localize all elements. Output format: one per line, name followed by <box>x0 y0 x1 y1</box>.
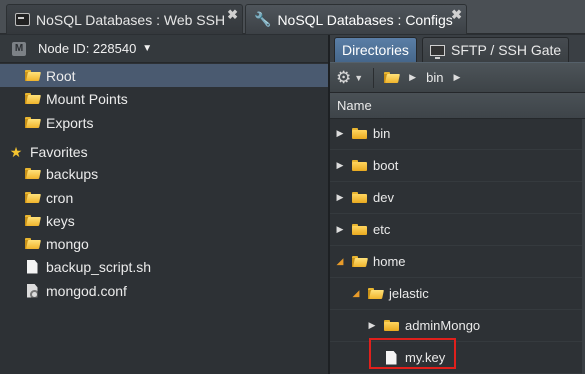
right-panel: Directories SFTP / SSH Gate ⚙ ▼ ▶ bin ▶ … <box>330 35 585 374</box>
tab-label: NoSQL Databases : Configs <box>277 11 453 28</box>
dir-row-label: home <box>373 254 406 269</box>
tree-item-mount-points[interactable]: Mount Points <box>0 87 328 110</box>
collapse-arrow-icon[interactable]: ◢ <box>335 256 345 267</box>
folder-icon <box>351 159 367 173</box>
folder-icon <box>351 223 367 237</box>
tab-configs[interactable]: 🔧 NoSQL Databases : Configs ✖ <box>245 4 467 34</box>
expand-arrow-icon[interactable]: ▶ <box>367 320 377 331</box>
folder-open-icon <box>24 191 40 205</box>
folder-open-icon <box>24 69 40 83</box>
tree-item-root[interactable]: Root <box>0 64 328 87</box>
folder-open-icon <box>367 287 383 301</box>
window-tab-bar: NoSQL Databases : Web SSH ✖ 🔧 NoSQL Data… <box>0 0 585 34</box>
dir-row-bin[interactable]: ▶ bin <box>330 118 585 150</box>
right-tab-bar: Directories SFTP / SSH Gate <box>330 35 585 62</box>
dir-row-boot[interactable]: ▶ boot <box>330 150 585 182</box>
column-header-name[interactable]: Name <box>330 93 585 119</box>
directory-toolbar: ⚙ ▼ ▶ bin ▶ <box>330 62 585 93</box>
dir-row-jelastic[interactable]: ◢ jelastic <box>330 278 585 310</box>
tab-label: Directories <box>342 42 409 58</box>
file-icon <box>24 259 40 274</box>
favorite-label: keys <box>46 212 75 229</box>
favorite-label: backup_script.sh <box>46 258 152 275</box>
column-header-label: Name <box>337 98 372 113</box>
chevron-right-icon[interactable]: ▶ <box>453 72 460 83</box>
chevron-right-icon: ▶ <box>409 72 417 82</box>
dir-row-label: adminMongo <box>405 318 481 333</box>
dir-row-dev[interactable]: ▶ dev <box>330 182 585 214</box>
folder-open-icon <box>24 92 40 106</box>
highlight-box <box>369 338 456 369</box>
close-icon[interactable]: ✖ <box>227 7 238 23</box>
favorite-label: mongo <box>46 235 89 252</box>
tree-item-exports[interactable]: Exports <box>0 111 328 134</box>
node-icon: M <box>12 41 26 56</box>
folder-icon <box>383 319 399 333</box>
dir-row-label: bin <box>373 126 391 141</box>
favorite-item-keys[interactable]: keys <box>0 209 328 232</box>
favorite-label: backups <box>46 165 99 182</box>
folder-icon <box>351 191 367 205</box>
tab-sftp-ssh-gate[interactable]: SFTP / SSH Gate <box>422 37 570 62</box>
favorite-label: cron <box>46 189 74 206</box>
dir-row-label: jelastic <box>389 286 429 301</box>
dir-row-etc[interactable]: ▶ etc <box>330 214 585 246</box>
dir-row-home[interactable]: ◢ home <box>330 246 585 278</box>
expand-arrow-icon[interactable]: ▶ <box>335 192 345 203</box>
favorites-header[interactable]: ★ Favorites <box>0 140 328 163</box>
wrench-icon: 🔧 <box>254 11 272 27</box>
favorite-item-mongo[interactable]: mongo <box>0 232 328 255</box>
folder-export-icon <box>24 116 40 130</box>
folder-open-icon <box>24 214 40 228</box>
tab-label: SFTP / SSH Gate <box>451 42 562 58</box>
close-icon[interactable]: ✖ <box>451 7 462 23</box>
favorite-item-mongod-conf[interactable]: mongod.conf <box>0 279 328 302</box>
node-label: Node ID: 228540 <box>38 41 137 56</box>
config-file-icon <box>24 283 40 298</box>
monitor-icon <box>430 44 445 59</box>
folder-open-icon[interactable] <box>384 72 399 83</box>
tree-item-label: Root <box>46 67 76 84</box>
collapse-arrow-icon[interactable]: ◢ <box>351 288 361 299</box>
folder-open-icon <box>24 237 40 251</box>
dir-row-label: dev <box>373 190 394 205</box>
favorite-label: mongod.conf <box>46 282 127 299</box>
star-icon: ★ <box>9 143 23 160</box>
breadcrumb-item[interactable]: bin <box>426 70 443 85</box>
terminal-icon <box>15 13 30 26</box>
folder-open-icon <box>351 255 367 269</box>
tree-item-label: Exports <box>46 114 94 131</box>
gear-icon[interactable]: ⚙ <box>336 68 351 88</box>
toolbar-separator <box>373 67 375 88</box>
favorite-item-backup-script[interactable]: backup_script.sh <box>0 255 328 278</box>
tab-directories[interactable]: Directories <box>334 37 417 62</box>
tree-item-label: Mount Points <box>46 90 128 107</box>
node-selector[interactable]: M Node ID: 228540 ▼ <box>0 35 328 63</box>
tab-label: NoSQL Databases : Web SSH <box>36 11 226 28</box>
dir-row-label: boot <box>373 158 399 173</box>
expand-arrow-icon[interactable]: ▶ <box>335 128 345 139</box>
favorites-label: Favorites <box>30 143 88 160</box>
expand-arrow-icon[interactable]: ▶ <box>335 160 345 171</box>
left-panel: M Node ID: 228540 ▼ Root Mount Points Ex… <box>0 35 328 374</box>
tab-web-ssh[interactable]: NoSQL Databases : Web SSH ✖ <box>6 4 243 34</box>
directory-list: ▶ bin ▶ boot ▶ dev ▶ etc ◢ home ◢ jelast… <box>330 118 585 374</box>
expand-arrow-icon[interactable]: ▶ <box>335 224 345 235</box>
folder-open-icon <box>24 167 40 181</box>
folder-icon <box>351 127 367 141</box>
favorite-item-cron[interactable]: cron <box>0 186 328 209</box>
dir-row-label: etc <box>373 222 391 237</box>
chevron-down-icon[interactable]: ▼ <box>142 43 152 54</box>
favorite-item-backups[interactable]: backups <box>0 162 328 185</box>
chevron-down-icon[interactable]: ▼ <box>354 73 363 83</box>
